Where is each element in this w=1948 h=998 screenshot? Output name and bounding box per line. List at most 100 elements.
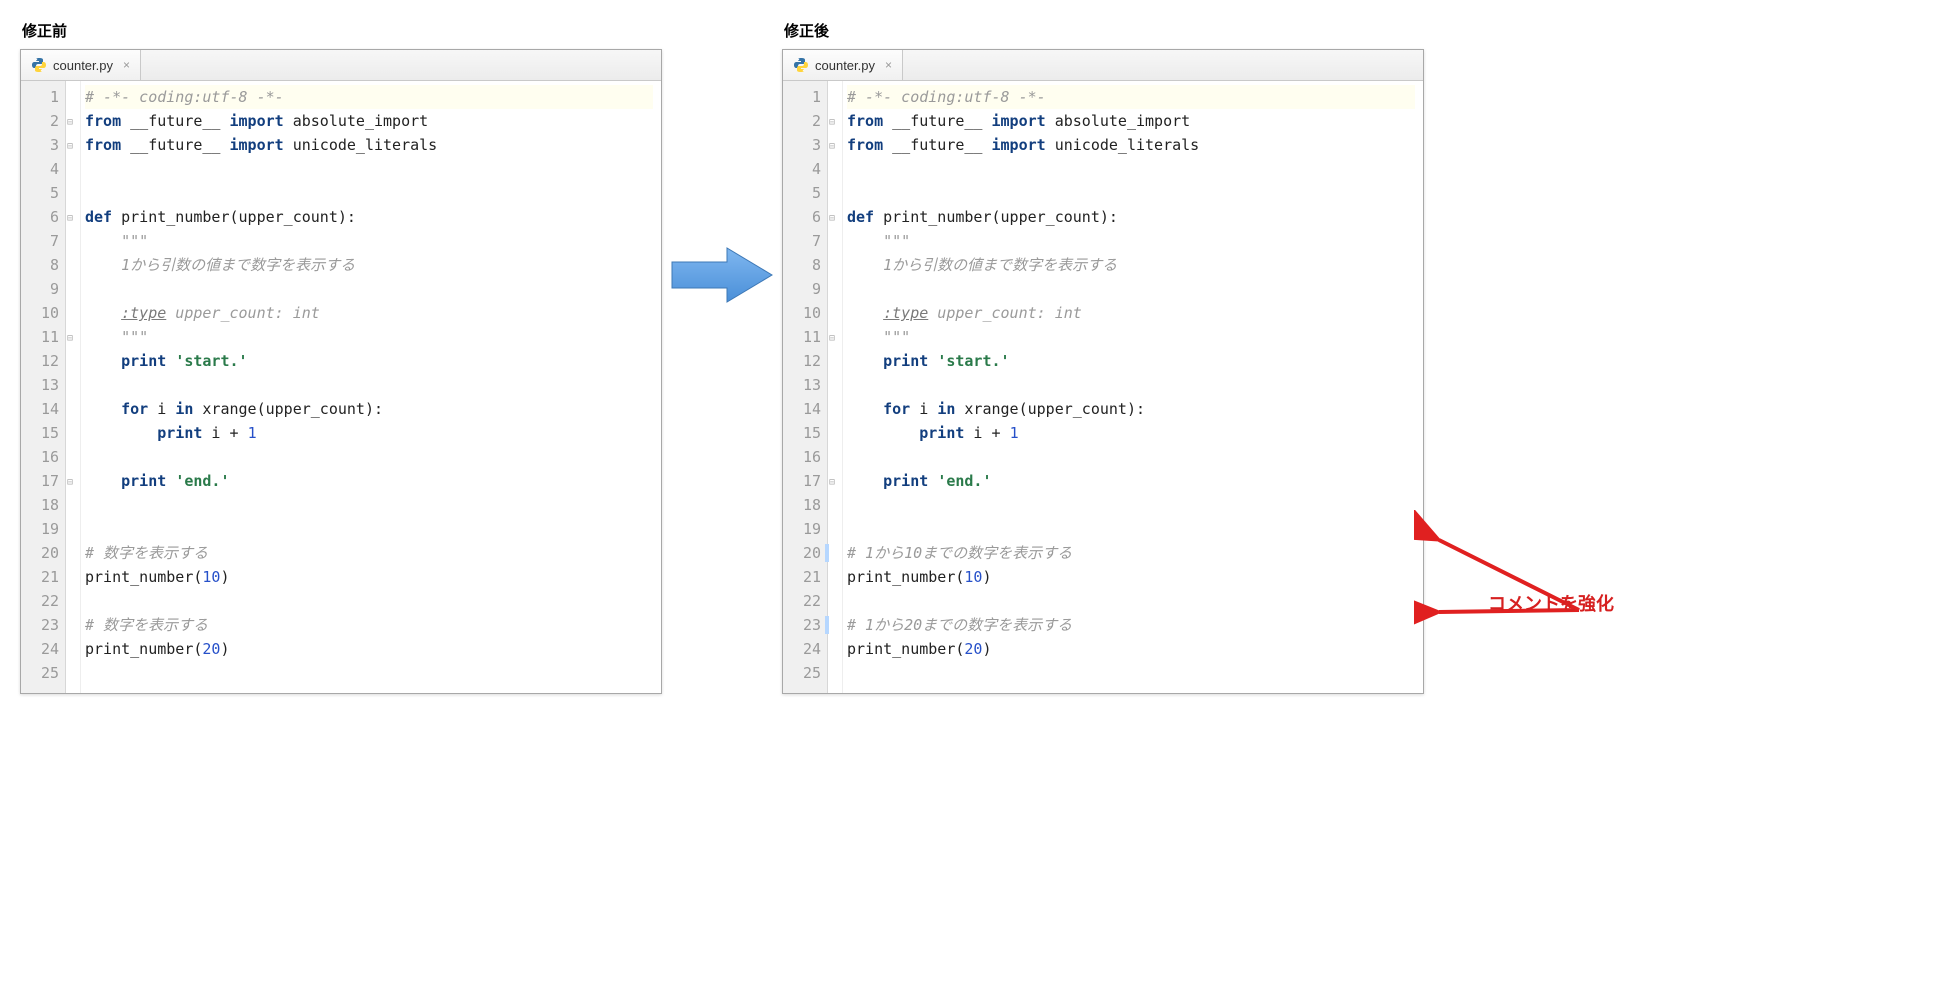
fold-toggle-icon[interactable] bbox=[828, 325, 842, 349]
code-line[interactable] bbox=[85, 517, 653, 541]
fold-toggle-icon[interactable] bbox=[66, 205, 80, 229]
code-line[interactable] bbox=[85, 373, 653, 397]
fold-toggle-icon[interactable] bbox=[66, 469, 80, 493]
fold-toggle-icon[interactable] bbox=[66, 133, 80, 157]
line-number: 19 bbox=[789, 517, 821, 541]
code-line[interactable] bbox=[85, 157, 653, 181]
line-number: 5 bbox=[27, 181, 59, 205]
code-line[interactable]: # 1から20までの数字を表示する bbox=[847, 613, 1415, 637]
code-line[interactable] bbox=[847, 445, 1415, 469]
code-line[interactable]: print_number(10) bbox=[847, 565, 1415, 589]
code-token: in bbox=[937, 400, 955, 418]
code-token bbox=[166, 352, 175, 370]
code-line[interactable]: print 'start.' bbox=[847, 349, 1415, 373]
code-token bbox=[85, 256, 121, 274]
code-token: import bbox=[230, 112, 284, 130]
code-line[interactable]: print_number(20) bbox=[85, 637, 653, 661]
fold-spacer bbox=[828, 517, 842, 541]
code-line[interactable]: from __future__ import absolute_import bbox=[85, 109, 653, 133]
code-line[interactable] bbox=[85, 277, 653, 301]
code-line[interactable]: from __future__ import unicode_literals bbox=[85, 133, 653, 157]
fold-toggle-icon[interactable] bbox=[828, 133, 842, 157]
code-line[interactable]: # -*- coding:utf-8 -*- bbox=[847, 85, 1415, 109]
code-line[interactable]: for i in xrange(upper_count): bbox=[85, 397, 653, 421]
code-token: i bbox=[910, 400, 937, 418]
code-token: absolute_import bbox=[1046, 112, 1191, 130]
code-token: # 1から20までの数字を表示する bbox=[847, 616, 1072, 634]
code-line[interactable] bbox=[85, 589, 653, 613]
close-icon[interactable]: × bbox=[123, 58, 130, 72]
code-line[interactable]: print 'end.' bbox=[847, 469, 1415, 493]
code-line[interactable] bbox=[85, 661, 653, 685]
code-line[interactable]: # -*- coding:utf-8 -*- bbox=[85, 85, 653, 109]
code-line[interactable] bbox=[847, 277, 1415, 301]
fold-spacer bbox=[828, 613, 842, 637]
code-line[interactable]: """ bbox=[847, 325, 1415, 349]
code-line[interactable]: print 'end.' bbox=[85, 469, 653, 493]
fold-toggle-icon[interactable] bbox=[66, 325, 80, 349]
code-token: 'end.' bbox=[175, 472, 229, 490]
after-code[interactable]: # -*- coding:utf-8 -*-from __future__ im… bbox=[843, 81, 1423, 693]
before-codearea[interactable]: 1234567891011121314151617181920212223242… bbox=[21, 81, 661, 693]
fold-spacer bbox=[828, 277, 842, 301]
fold-spacer bbox=[828, 181, 842, 205]
fold-toggle-icon[interactable] bbox=[828, 205, 842, 229]
fold-toggle-icon[interactable] bbox=[66, 109, 80, 133]
code-line[interactable] bbox=[847, 157, 1415, 181]
after-tab[interactable]: counter.py × bbox=[783, 50, 903, 80]
code-line[interactable]: :type upper_count: int bbox=[85, 301, 653, 325]
fold-toggle-icon[interactable] bbox=[828, 109, 842, 133]
fold-toggle-icon[interactable] bbox=[828, 469, 842, 493]
code-line[interactable]: from __future__ import unicode_literals bbox=[847, 133, 1415, 157]
modified-line-marker bbox=[825, 544, 829, 562]
code-line[interactable]: """ bbox=[847, 229, 1415, 253]
code-line[interactable] bbox=[85, 445, 653, 469]
code-line[interactable]: def print_number(upper_count): bbox=[85, 205, 653, 229]
code-token: # -*- coding:utf-8 -*- bbox=[85, 88, 284, 106]
code-line[interactable]: :type upper_count: int bbox=[847, 301, 1415, 325]
code-line[interactable] bbox=[85, 181, 653, 205]
before-code[interactable]: # -*- coding:utf-8 -*- from __future__ im… bbox=[81, 81, 661, 693]
code-line[interactable] bbox=[847, 661, 1415, 685]
code-token: 20 bbox=[964, 640, 982, 658]
code-line[interactable] bbox=[847, 373, 1415, 397]
code-token bbox=[847, 400, 883, 418]
line-number: 25 bbox=[27, 661, 59, 685]
code-line[interactable]: print i + 1 bbox=[85, 421, 653, 445]
code-line[interactable]: print_number(20) bbox=[847, 637, 1415, 661]
before-tab[interactable]: counter.py × bbox=[21, 50, 141, 80]
code-line[interactable]: def print_number(upper_count): bbox=[847, 205, 1415, 229]
code-line[interactable]: # 数字を表示する bbox=[85, 613, 653, 637]
line-number: 11 bbox=[789, 325, 821, 349]
code-line[interactable]: # 1から10までの数字を表示する bbox=[847, 541, 1415, 565]
fold-spacer bbox=[828, 445, 842, 469]
code-line[interactable]: print 'start.' bbox=[85, 349, 653, 373]
line-number: 2 bbox=[27, 109, 59, 133]
code-token: :type bbox=[883, 304, 928, 322]
code-line[interactable] bbox=[847, 181, 1415, 205]
code-token: ) bbox=[982, 568, 991, 586]
code-line[interactable] bbox=[847, 517, 1415, 541]
code-line[interactable]: print i + 1 bbox=[847, 421, 1415, 445]
code-token: unicode_literals bbox=[284, 136, 438, 154]
code-line[interactable]: for i in xrange(upper_count): bbox=[847, 397, 1415, 421]
code-line[interactable]: """ bbox=[85, 325, 653, 349]
code-token bbox=[166, 472, 175, 490]
line-number: 13 bbox=[789, 373, 821, 397]
code-token: # 数字を表示する bbox=[85, 544, 208, 562]
close-icon[interactable]: × bbox=[885, 58, 892, 72]
code-token bbox=[847, 352, 883, 370]
after-codearea[interactable]: 1234567891011121314151617181920212223242… bbox=[783, 81, 1423, 693]
code-token: from bbox=[847, 112, 883, 130]
code-token: (upper_count): bbox=[992, 208, 1118, 226]
code-line[interactable]: print_number(10) bbox=[85, 565, 653, 589]
code-line[interactable]: 1から引数の値まで数字を表示する bbox=[847, 253, 1415, 277]
code-line[interactable] bbox=[847, 589, 1415, 613]
code-line[interactable] bbox=[85, 493, 653, 517]
code-line[interactable]: 1から引数の値まで数字を表示する bbox=[85, 253, 653, 277]
code-line[interactable]: from __future__ import absolute_import bbox=[847, 109, 1415, 133]
code-line[interactable]: # 数字を表示する bbox=[85, 541, 653, 565]
fold-spacer bbox=[66, 157, 80, 181]
code-line[interactable]: """ bbox=[85, 229, 653, 253]
code-line[interactable] bbox=[847, 493, 1415, 517]
